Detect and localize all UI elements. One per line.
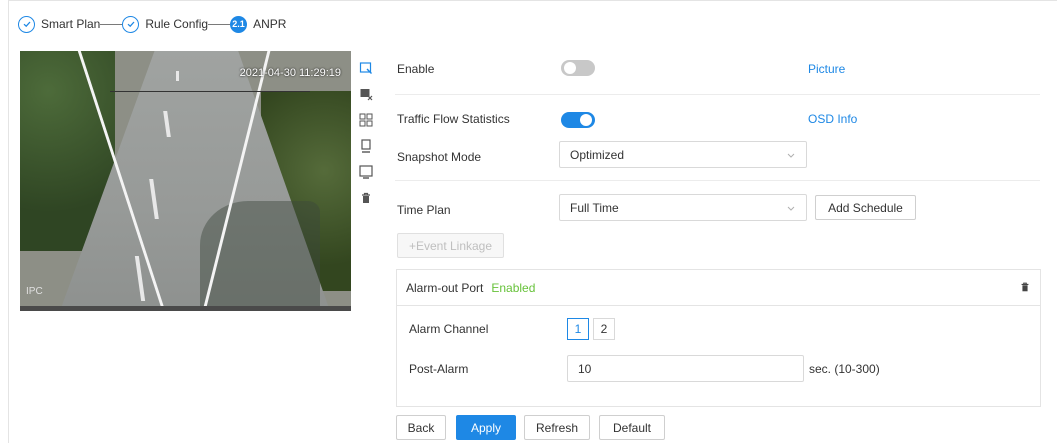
step-bar: Smart Plan Rule Config 2.1 ANPR xyxy=(18,12,286,36)
enable-toggle[interactable] xyxy=(561,60,595,76)
clear-rule-icon[interactable] xyxy=(358,86,374,102)
alarm-channel-1[interactable]: 1 xyxy=(567,318,589,340)
alarm-channel-2[interactable]: 2 xyxy=(593,318,615,340)
check-icon xyxy=(122,15,140,33)
osd-timestamp: 2021-04-30 11:29:19 xyxy=(239,67,341,79)
osd-info-link[interactable]: OSD Info xyxy=(808,112,857,126)
divider xyxy=(395,94,1040,95)
alarm-out-port-label: Alarm-out Port xyxy=(406,281,484,295)
divider xyxy=(395,180,1040,181)
check-icon xyxy=(18,15,35,33)
min-target-icon[interactable] xyxy=(358,138,374,154)
time-plan-label: Time Plan xyxy=(397,203,451,217)
draw-rule-icon[interactable] xyxy=(358,60,374,76)
add-schedule-button[interactable]: Add Schedule xyxy=(815,195,916,220)
apply-button[interactable]: Apply xyxy=(456,415,516,440)
step-anpr[interactable]: 2.1 ANPR xyxy=(230,15,287,33)
toggle-knob xyxy=(580,114,592,126)
step-connector xyxy=(208,23,231,25)
toggle-knob xyxy=(564,62,576,74)
rule-line xyxy=(110,91,310,92)
delete-icon[interactable] xyxy=(358,190,374,206)
event-linkage-button[interactable]: +Event Linkage xyxy=(397,233,504,258)
step-smart-plan[interactable]: Smart Plan xyxy=(18,15,101,33)
alarm-out-panel: Alarm-out Port Enabled Alarm Channel 1 2 … xyxy=(396,269,1041,407)
snapshot-mode-label: Snapshot Mode xyxy=(397,150,482,164)
chevron-down-icon xyxy=(787,153,795,158)
status-badge: Enabled xyxy=(491,281,536,295)
post-alarm-input[interactable]: 10 xyxy=(567,355,804,382)
refresh-button[interactable]: Refresh xyxy=(524,415,590,440)
step-label: Rule Config xyxy=(145,17,209,31)
drawing-toolbar xyxy=(358,60,376,216)
select-value: Full Time xyxy=(570,200,619,215)
traffic-flow-label: Traffic Flow Statistics xyxy=(397,112,510,126)
snapshot-mode-select[interactable]: Optimized xyxy=(559,141,807,168)
picture-link[interactable]: Picture xyxy=(808,62,845,76)
alarm-channel-label: Alarm Channel xyxy=(409,322,489,336)
max-target-icon[interactable] xyxy=(358,164,374,180)
panel-header: Alarm-out Port Enabled xyxy=(397,270,1040,306)
enable-label: Enable xyxy=(397,62,435,76)
time-plan-select[interactable]: Full Time xyxy=(559,194,807,221)
chevron-down-icon xyxy=(787,206,795,211)
post-alarm-unit: sec. (10-300) xyxy=(809,362,880,376)
osd-channel-label: IPC xyxy=(26,286,43,297)
grid-icon[interactable] xyxy=(358,112,374,128)
default-button[interactable]: Default xyxy=(599,415,665,440)
video-bottom-bar xyxy=(20,306,351,311)
step-label: ANPR xyxy=(253,17,287,31)
step-connector xyxy=(100,23,123,25)
step-number-badge: 2.1 xyxy=(230,15,248,33)
traffic-flow-toggle[interactable] xyxy=(561,112,595,128)
select-value: Optimized xyxy=(570,147,625,162)
delete-icon[interactable] xyxy=(1019,281,1031,293)
lane-line xyxy=(176,71,179,81)
alarm-out-title: Alarm-out Port Enabled xyxy=(406,281,535,295)
step-rule-config[interactable]: Rule Config xyxy=(122,15,209,33)
post-alarm-label: Post-Alarm xyxy=(409,362,469,376)
video-preview[interactable]: 2021-04-30 11:29:19 IPC xyxy=(20,51,351,311)
step-label: Smart Plan xyxy=(41,17,101,31)
back-button[interactable]: Back xyxy=(396,415,446,440)
